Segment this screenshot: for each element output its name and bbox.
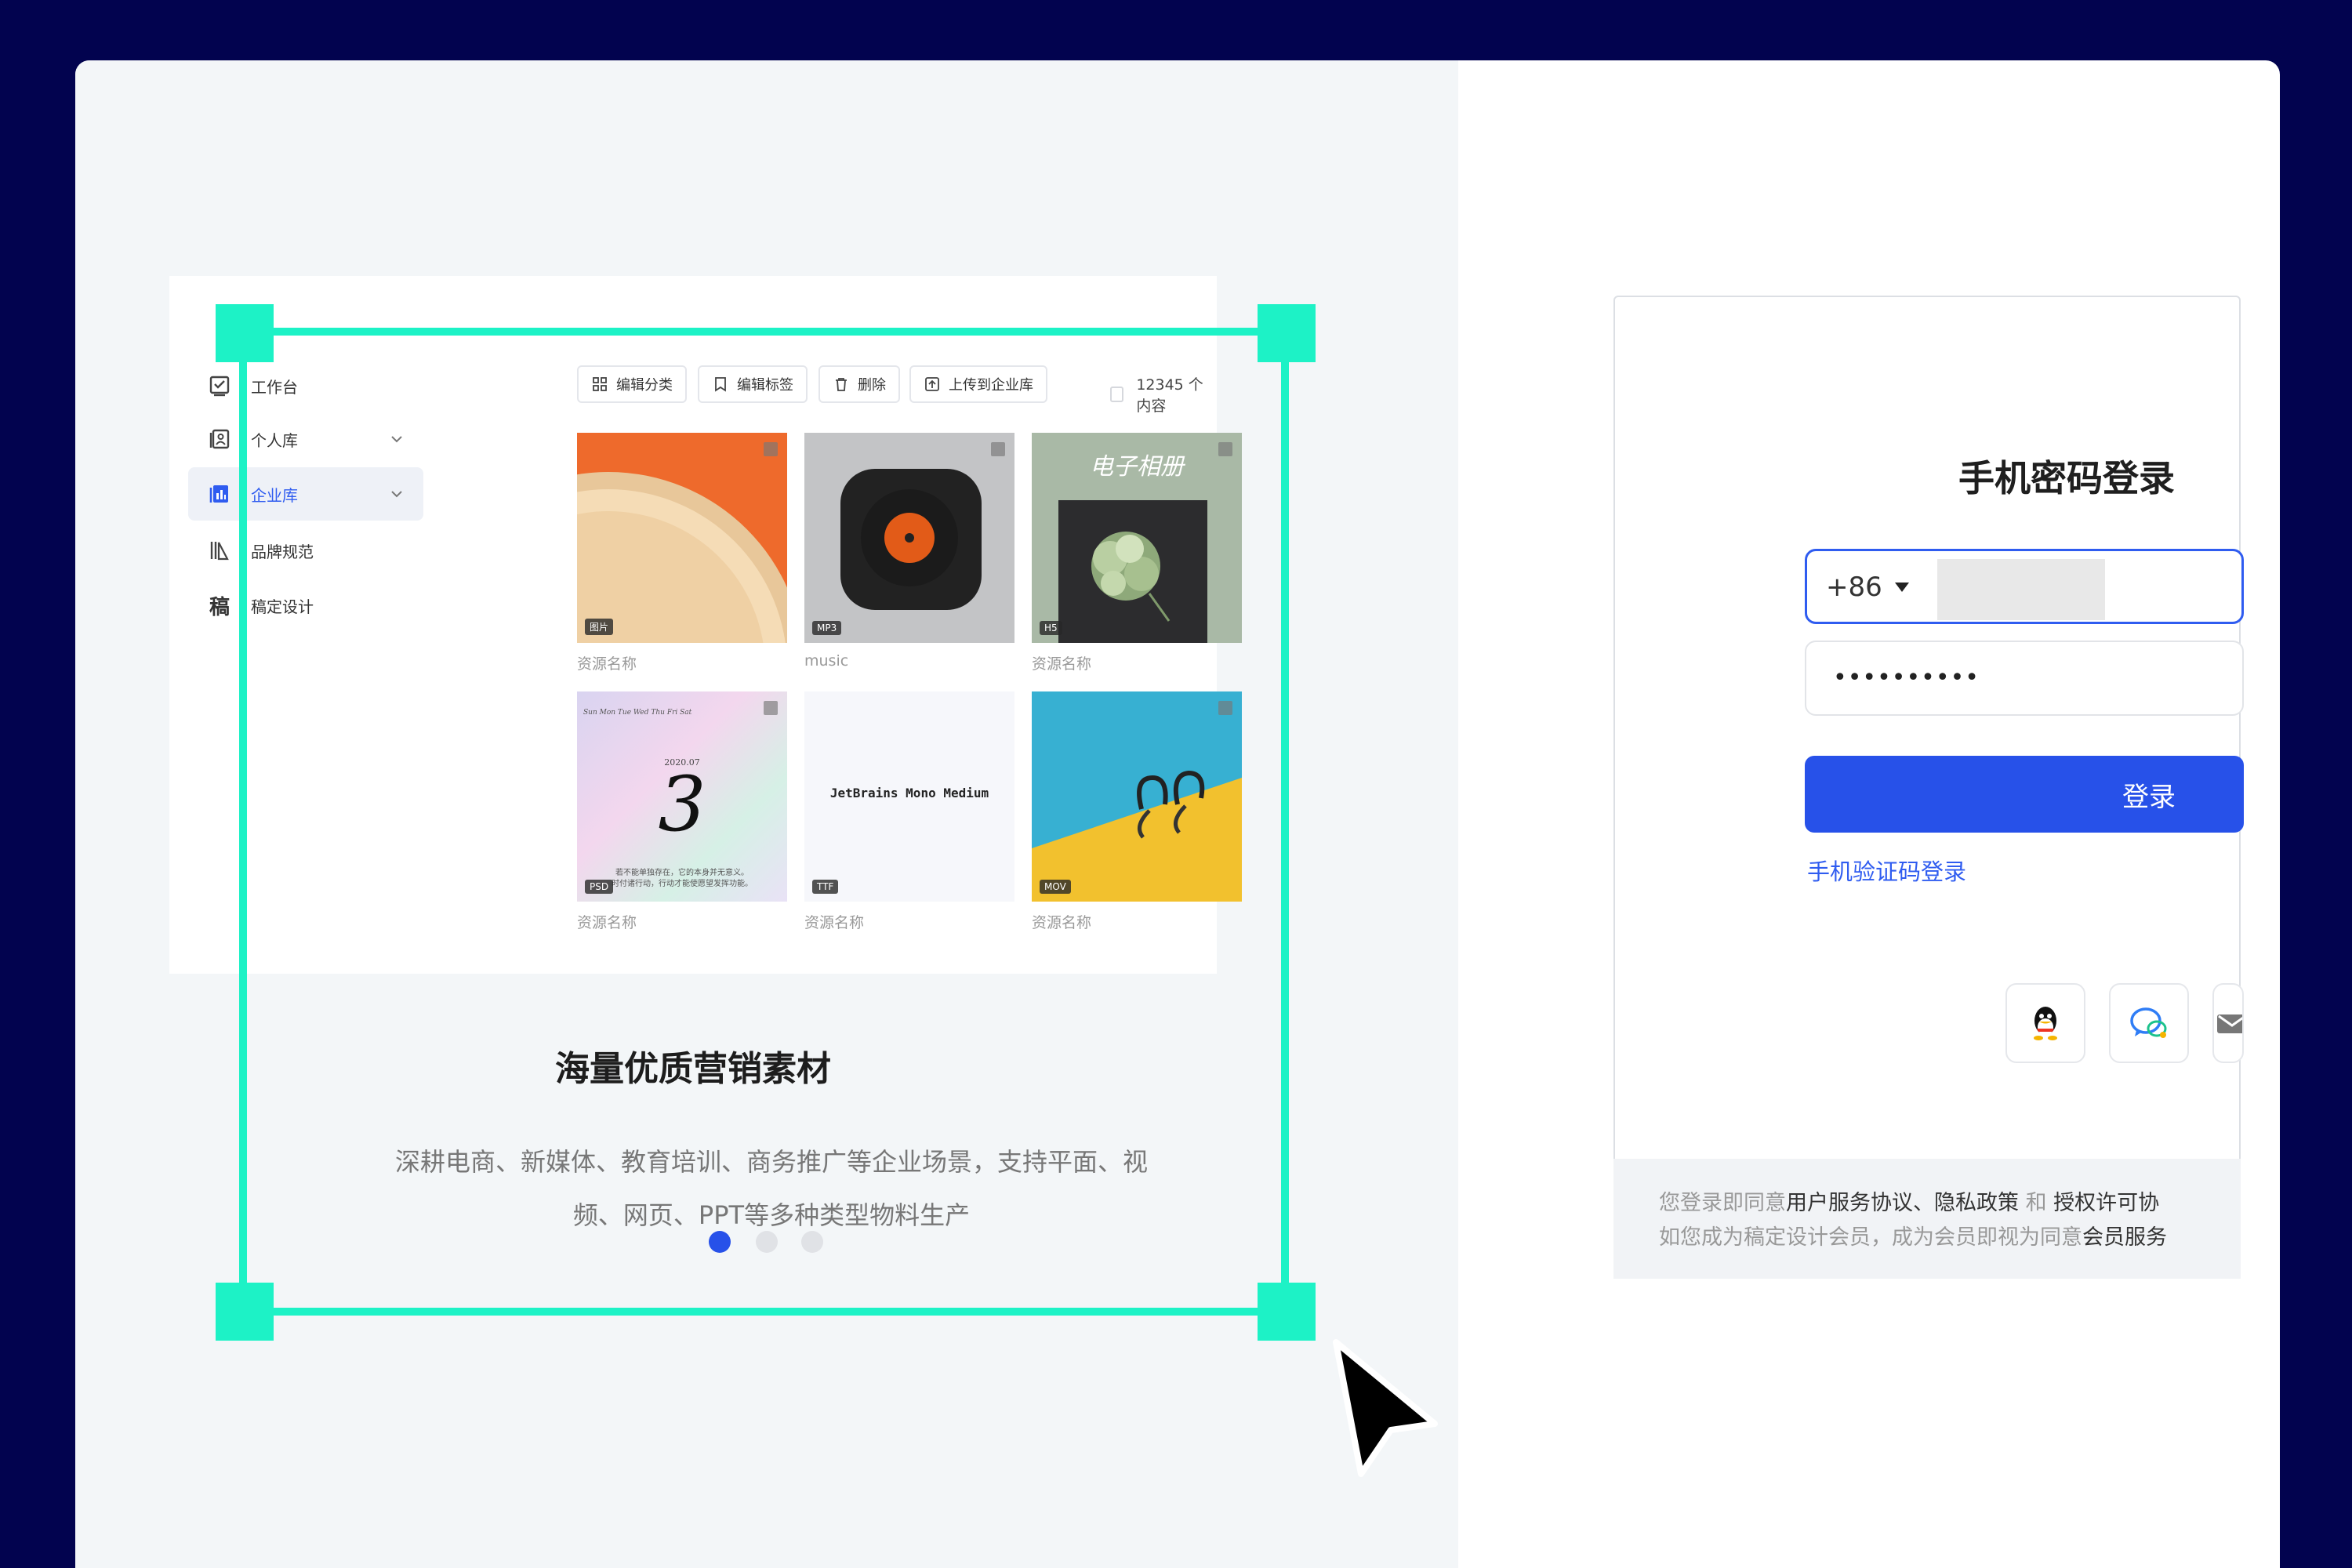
chevron-down-icon bbox=[391, 436, 402, 443]
resource-name: 资源名称 bbox=[577, 914, 637, 931]
upload-icon bbox=[925, 377, 939, 391]
selection-frame-top bbox=[243, 328, 1289, 336]
sidebar-item-label: 品牌规范 bbox=[251, 542, 314, 561]
brand-guide-icon bbox=[209, 539, 230, 561]
wechat-icon bbox=[2130, 1007, 2167, 1038]
resource-tile-ttf[interactable]: JetBrains Mono Medium TTF bbox=[804, 691, 1014, 902]
license-link[interactable]: 授权许可协 bbox=[2053, 1191, 2159, 1215]
agreement-line-1: 您登录即同意用户服务协议、隐私政策 和 授权许可协 bbox=[1659, 1191, 2160, 1215]
file-type-badge: TTF bbox=[812, 880, 839, 894]
resize-handle-bottom-right[interactable] bbox=[1258, 1283, 1316, 1341]
plate-illustration bbox=[577, 433, 787, 643]
file-type-badge: 图片 bbox=[585, 619, 614, 635]
edit-tags-button[interactable]: 编辑标签 bbox=[698, 365, 808, 403]
file-type-badge: H5 bbox=[1040, 621, 1062, 635]
edit-category-button[interactable]: 编辑分类 bbox=[577, 365, 687, 403]
selection-frame-bottom bbox=[243, 1308, 1289, 1316]
file-type-badge: MOV bbox=[1040, 880, 1071, 894]
trash-icon bbox=[836, 378, 847, 391]
content-count: 12345 个内容 bbox=[1110, 373, 1217, 416]
password-input[interactable]: •••••••••• bbox=[1805, 641, 2244, 716]
resource-name: 资源名称 bbox=[577, 655, 637, 673]
chevron-down-icon bbox=[391, 491, 402, 498]
caret-down-icon bbox=[1894, 583, 1909, 592]
select-all-checkbox[interactable] bbox=[1110, 387, 1124, 402]
mouse-cursor-icon bbox=[1333, 1339, 1438, 1477]
sidebar-item-brand-guide[interactable]: 品牌规范 bbox=[188, 524, 423, 577]
resource-tile-mov[interactable]: MOV bbox=[1032, 691, 1242, 902]
preview-sidebar: 工作台 个人库 企业库 品牌规范 稿 稿定设计 bbox=[169, 276, 442, 974]
membership-link[interactable]: 会员服务 bbox=[2082, 1225, 2167, 1250]
resource-name: music bbox=[804, 652, 849, 670]
agreement-line-2: 如您成为稿定设计会员，成为会员即视为同意会员服务 bbox=[1659, 1225, 2167, 1250]
carousel-dot-2[interactable] bbox=[756, 1231, 778, 1253]
sidebar-item-personal-library[interactable]: 个人库 bbox=[188, 412, 423, 466]
resize-handle-bottom-left[interactable] bbox=[216, 1283, 274, 1341]
resize-handle-top-right[interactable] bbox=[1258, 304, 1316, 362]
resource-tile-mp3[interactable]: MP3 bbox=[804, 433, 1014, 643]
phone-input[interactable]: +86 bbox=[1805, 549, 2244, 624]
resource-name: 资源名称 bbox=[804, 914, 865, 931]
pool-photo bbox=[1032, 691, 1242, 902]
sidebar-item-enterprise-library[interactable]: 企业库 bbox=[188, 467, 423, 521]
sidebar-item-label: 稿定设计 bbox=[251, 597, 314, 616]
qq-login-button[interactable] bbox=[2005, 983, 2085, 1063]
resource-name: 资源名称 bbox=[1032, 655, 1092, 673]
upload-to-enterprise-button[interactable]: 上传到企业库 bbox=[909, 365, 1047, 403]
resource-tile-h5[interactable]: 电子相册 H5 bbox=[1032, 433, 1242, 643]
library-preview: 工作台 个人库 企业库 品牌规范 稿 稿定设计 编辑分类 编辑标签 删除 上传到… bbox=[169, 276, 1242, 974]
sidebar-item-workbench[interactable]: 工作台 bbox=[188, 359, 423, 412]
carousel-dot-3[interactable] bbox=[801, 1231, 823, 1253]
resource-name: 资源名称 bbox=[1032, 914, 1092, 931]
login-title: 手机密码登录 bbox=[1958, 457, 2175, 499]
sms-login-link[interactable]: 手机验证码登录 bbox=[1807, 854, 1966, 887]
mail-icon bbox=[2217, 1014, 2242, 1033]
resource-tile-psd[interactable]: Sun Mon Tue Wed Thu Fri Sat 2020.07 3 若不… bbox=[577, 691, 787, 902]
file-type-badge: MP3 bbox=[812, 621, 842, 635]
sidebar-item-gaoding[interactable]: 稿 稿定设计 bbox=[188, 579, 423, 632]
feature-title: 海量优质营销素材 bbox=[555, 1049, 831, 1089]
sidebar-item-label: 工作台 bbox=[251, 377, 298, 397]
terms-link[interactable]: 用户服务协议、隐私政策 bbox=[1786, 1191, 2019, 1215]
selection-frame-right bbox=[1281, 328, 1289, 1316]
resource-tile-image[interactable]: 图片 bbox=[577, 433, 787, 643]
feature-description: 深耕电商、新媒体、教育培训、商务推广等企业场景，支持平面、视 频、网页、PPT等… bbox=[394, 1147, 1148, 1230]
bookmark-icon bbox=[715, 377, 726, 392]
music-icon bbox=[840, 469, 982, 610]
file-type-badge: PSD bbox=[585, 880, 614, 894]
grid-icon bbox=[593, 377, 607, 391]
country-code-select[interactable]: +86 bbox=[1826, 572, 1909, 603]
wechat-login-button[interactable] bbox=[2109, 983, 2189, 1063]
selection-frame-left bbox=[239, 328, 247, 1316]
enterprise-library-icon bbox=[209, 483, 230, 505]
resize-handle-top-left[interactable] bbox=[216, 304, 274, 362]
phone-number-redacted bbox=[1937, 559, 2105, 620]
login-button[interactable]: 登录 bbox=[1805, 756, 2244, 833]
gaoding-icon: 稿 bbox=[209, 595, 230, 619]
delete-button[interactable]: 删除 bbox=[818, 365, 900, 403]
agreement-footer bbox=[1613, 1159, 2241, 1279]
workbench-icon bbox=[209, 375, 230, 397]
carousel-dot-1[interactable] bbox=[709, 1231, 731, 1253]
sidebar-item-label: 个人库 bbox=[251, 430, 298, 450]
personal-library-icon bbox=[209, 428, 230, 450]
mail-login-button[interactable] bbox=[2212, 983, 2244, 1063]
sidebar-item-label: 企业库 bbox=[251, 485, 298, 505]
qq-icon bbox=[2034, 1007, 2057, 1040]
